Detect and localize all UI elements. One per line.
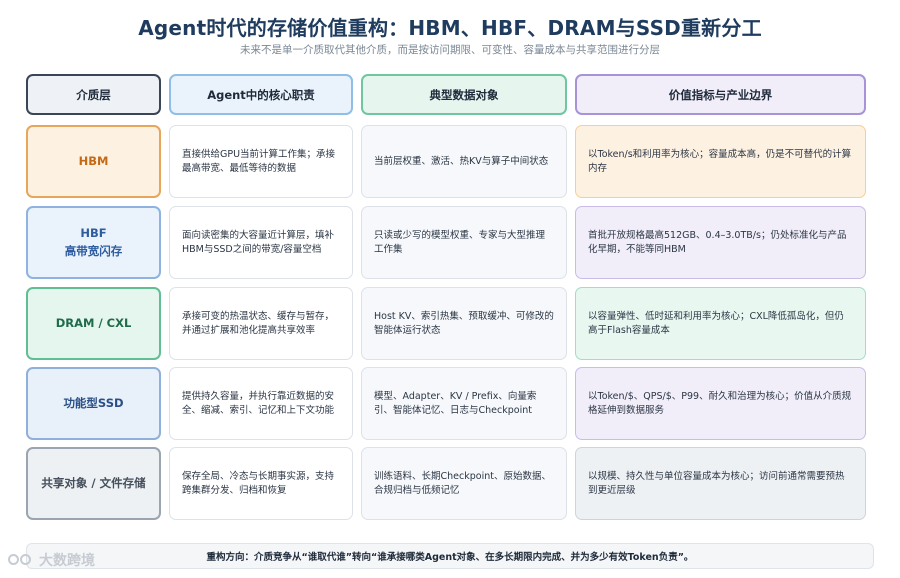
watermark-text: 大数跨境 <box>39 553 95 569</box>
column-header-data-objects: 典型数据对象 <box>361 74 567 115</box>
column-header-value-metrics: 价值指标与产业边界 <box>575 74 866 115</box>
cell-dram-value: 以容量弹性、低时延和利用率为核心；CXL降低孤岛化，但仍高于Flash容量成本 <box>575 287 866 360</box>
row-label-line: 功能型SSD <box>63 395 124 410</box>
cell-hbf-objects: 只读或少写的模型权重、专家与大型推理工作集 <box>361 206 567 279</box>
row-label-functional-ssd: 功能型SSD <box>26 367 161 440</box>
row-label-line: DRAM / CXL <box>55 315 132 330</box>
column-header-core-duty: Agent中的核心职责 <box>169 74 353 115</box>
cell-dram-duty: 承接可变的热温状态、缓存与暂存，并通过扩展和池化提高共享效率 <box>169 287 353 360</box>
cell-ssd-value: 以Token/$、QPS/$、P99、耐久和治理为核心；价值从介质规格延伸到数据… <box>575 367 866 440</box>
row-label-dram-cxl: DRAM / CXL <box>26 287 161 360</box>
watermark-logo-icon <box>8 552 34 568</box>
column-header-medium-layer: 介质层 <box>26 74 161 115</box>
row-label-line: HBF <box>80 226 107 241</box>
cell-dram-objects: Host KV、索引热集、预取缓冲、可修改的智能体运行状态 <box>361 287 567 360</box>
cell-hbm-value: 以Token/s和利用率为核心；容量成本高，仍是不可替代的计算内存 <box>575 125 866 198</box>
row-label-hbf: HBF 高带宽闪存 <box>26 206 161 279</box>
row-label-line: 共享对象 / 文件存储 <box>41 475 146 490</box>
cell-shared-value: 以规模、持久性与单位容量成本为核心；访问前通常需要预热到更近层级 <box>575 447 866 520</box>
page-subtitle: 未来不是单一介质取代其他介质，而是按访问期限、可变性、容量成本与共享范围进行分层 <box>240 44 660 56</box>
row-label-hbm: HBM <box>26 125 161 198</box>
cell-hbm-duty: 直接供给GPU当前计算工作集；承接最高带宽、最低等待的数据 <box>169 125 353 198</box>
cell-ssd-objects: 模型、Adapter、KV / Prefix、向量索引、智能体记忆、日志与Che… <box>361 367 567 440</box>
conclusion-banner: 重构方向：介质竞争从“谁取代谁”转向“谁承接哪类Agent对象、在多长期限内完成… <box>26 543 874 569</box>
cell-shared-duty: 保存全局、冷态与长期事实源，支持跨集群分发、归档和恢复 <box>169 447 353 520</box>
cell-hbf-duty: 面向读密集的大容量近计算层，填补HBM与SSD之间的带宽/容量空档 <box>169 206 353 279</box>
cell-ssd-duty: 提供持久容量，并执行靠近数据的安全、缩减、索引、记忆和上下文功能 <box>169 367 353 440</box>
row-label-shared-storage: 共享对象 / 文件存储 <box>26 447 161 520</box>
page-title: Agent时代的存储价值重构：HBM、HBF、DRAM与SSD重新分工 <box>138 16 762 40</box>
cell-hbf-value: 首批开放规格最高512GB、0.4–3.0TB/s；仍处标准化与产品化早期，不能… <box>575 206 866 279</box>
cell-hbm-objects: 当前层权重、激活、热KV与算子中间状态 <box>361 125 567 198</box>
row-label-line: 高带宽闪存 <box>64 243 123 258</box>
watermark: 大数跨境 <box>8 550 95 570</box>
row-label-line: HBM <box>78 153 109 168</box>
cell-shared-objects: 训练语料、长期Checkpoint、原始数据、合规归档与低频记忆 <box>361 447 567 520</box>
